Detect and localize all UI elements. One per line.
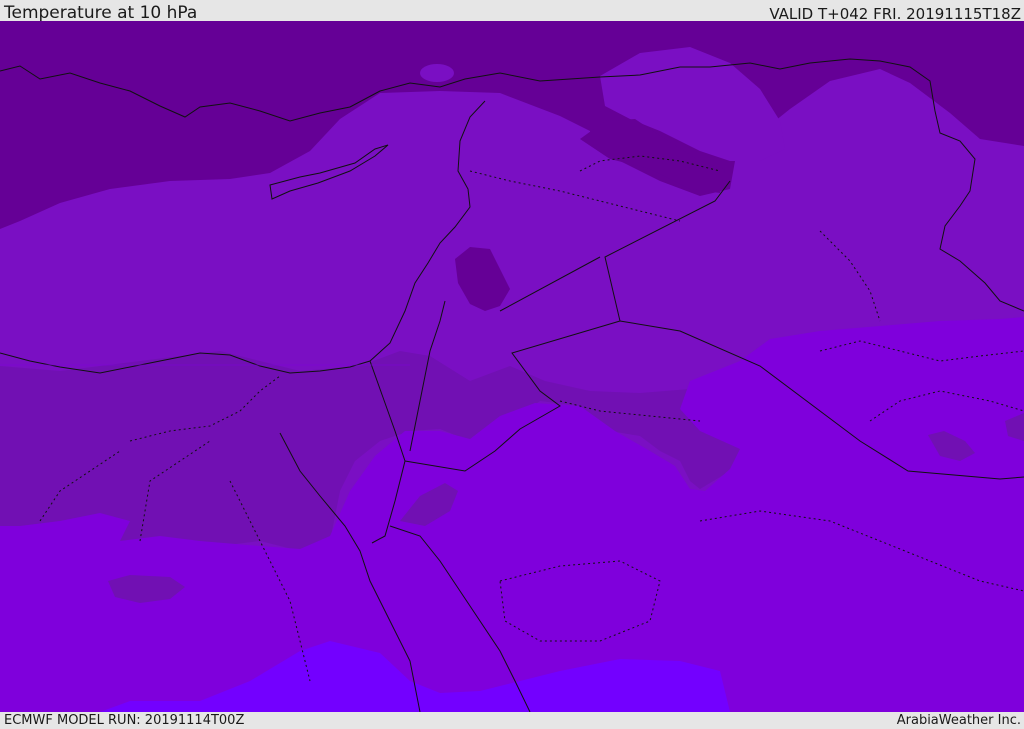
map-title: Temperature at 10 hPa bbox=[4, 3, 198, 23]
temperature-map bbox=[0, 21, 1024, 712]
map-frame: Temperature at 10 hPa VALID T+042 FRI. 2… bbox=[0, 0, 1024, 729]
map-svg bbox=[0, 21, 1024, 712]
temperature-band-mid-patch-aegean bbox=[420, 64, 454, 82]
header-bar: Temperature at 10 hPa VALID T+042 FRI. 2… bbox=[0, 0, 1024, 23]
model-run-label: ECMWF MODEL RUN: 20191114T00Z bbox=[4, 713, 245, 728]
credit-label: ArabiaWeather Inc. bbox=[896, 713, 1021, 728]
footer-bar: ECMWF MODEL RUN: 20191114T00Z ArabiaWeat… bbox=[0, 712, 1024, 729]
